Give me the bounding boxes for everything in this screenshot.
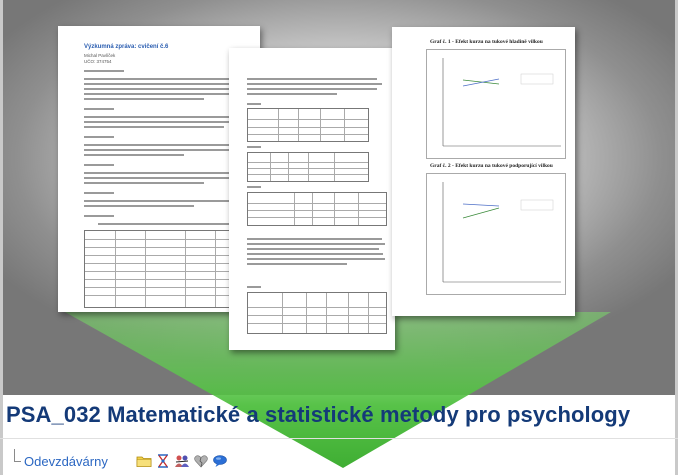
folder-icon[interactable] [136, 454, 152, 468]
tree-connector [14, 449, 21, 462]
chart2-title: Graf č. 2 - Efekt kurzu na tukové podpor… [430, 163, 553, 169]
chat-icon[interactable] [212, 454, 228, 468]
heart-icon[interactable] [193, 454, 209, 468]
chart2-frame [426, 173, 566, 295]
document-preview-charts: Graf č. 1 - Efekt kurzu na tukové hladin… [392, 27, 575, 316]
document-preview-tables [229, 48, 395, 350]
doc-heading: Výzkumná zpráva: cvičení č.6 [84, 44, 169, 50]
submissions-link[interactable]: Odevzdávárny [24, 454, 108, 469]
chart1-frame [426, 49, 566, 159]
people-icon[interactable] [174, 454, 190, 468]
doc-author: Michal Pavlíček [84, 53, 116, 58]
chart1-plot [442, 58, 561, 147]
course-tool-icons [136, 454, 228, 468]
chart2-plot [442, 182, 561, 283]
doc-uco: UČO: 374754 [84, 59, 112, 64]
course-title[interactable]: PSA_032 Matematické a statistické metody… [6, 402, 630, 428]
hourglass-icon[interactable] [155, 454, 171, 468]
divider [0, 438, 678, 439]
course-header: Výzkumná zpráva: cvičení č.6 Michal Pavl… [0, 0, 678, 475]
chart1-title: Graf č. 1 - Efekt kurzu na tukové hladin… [430, 39, 543, 45]
